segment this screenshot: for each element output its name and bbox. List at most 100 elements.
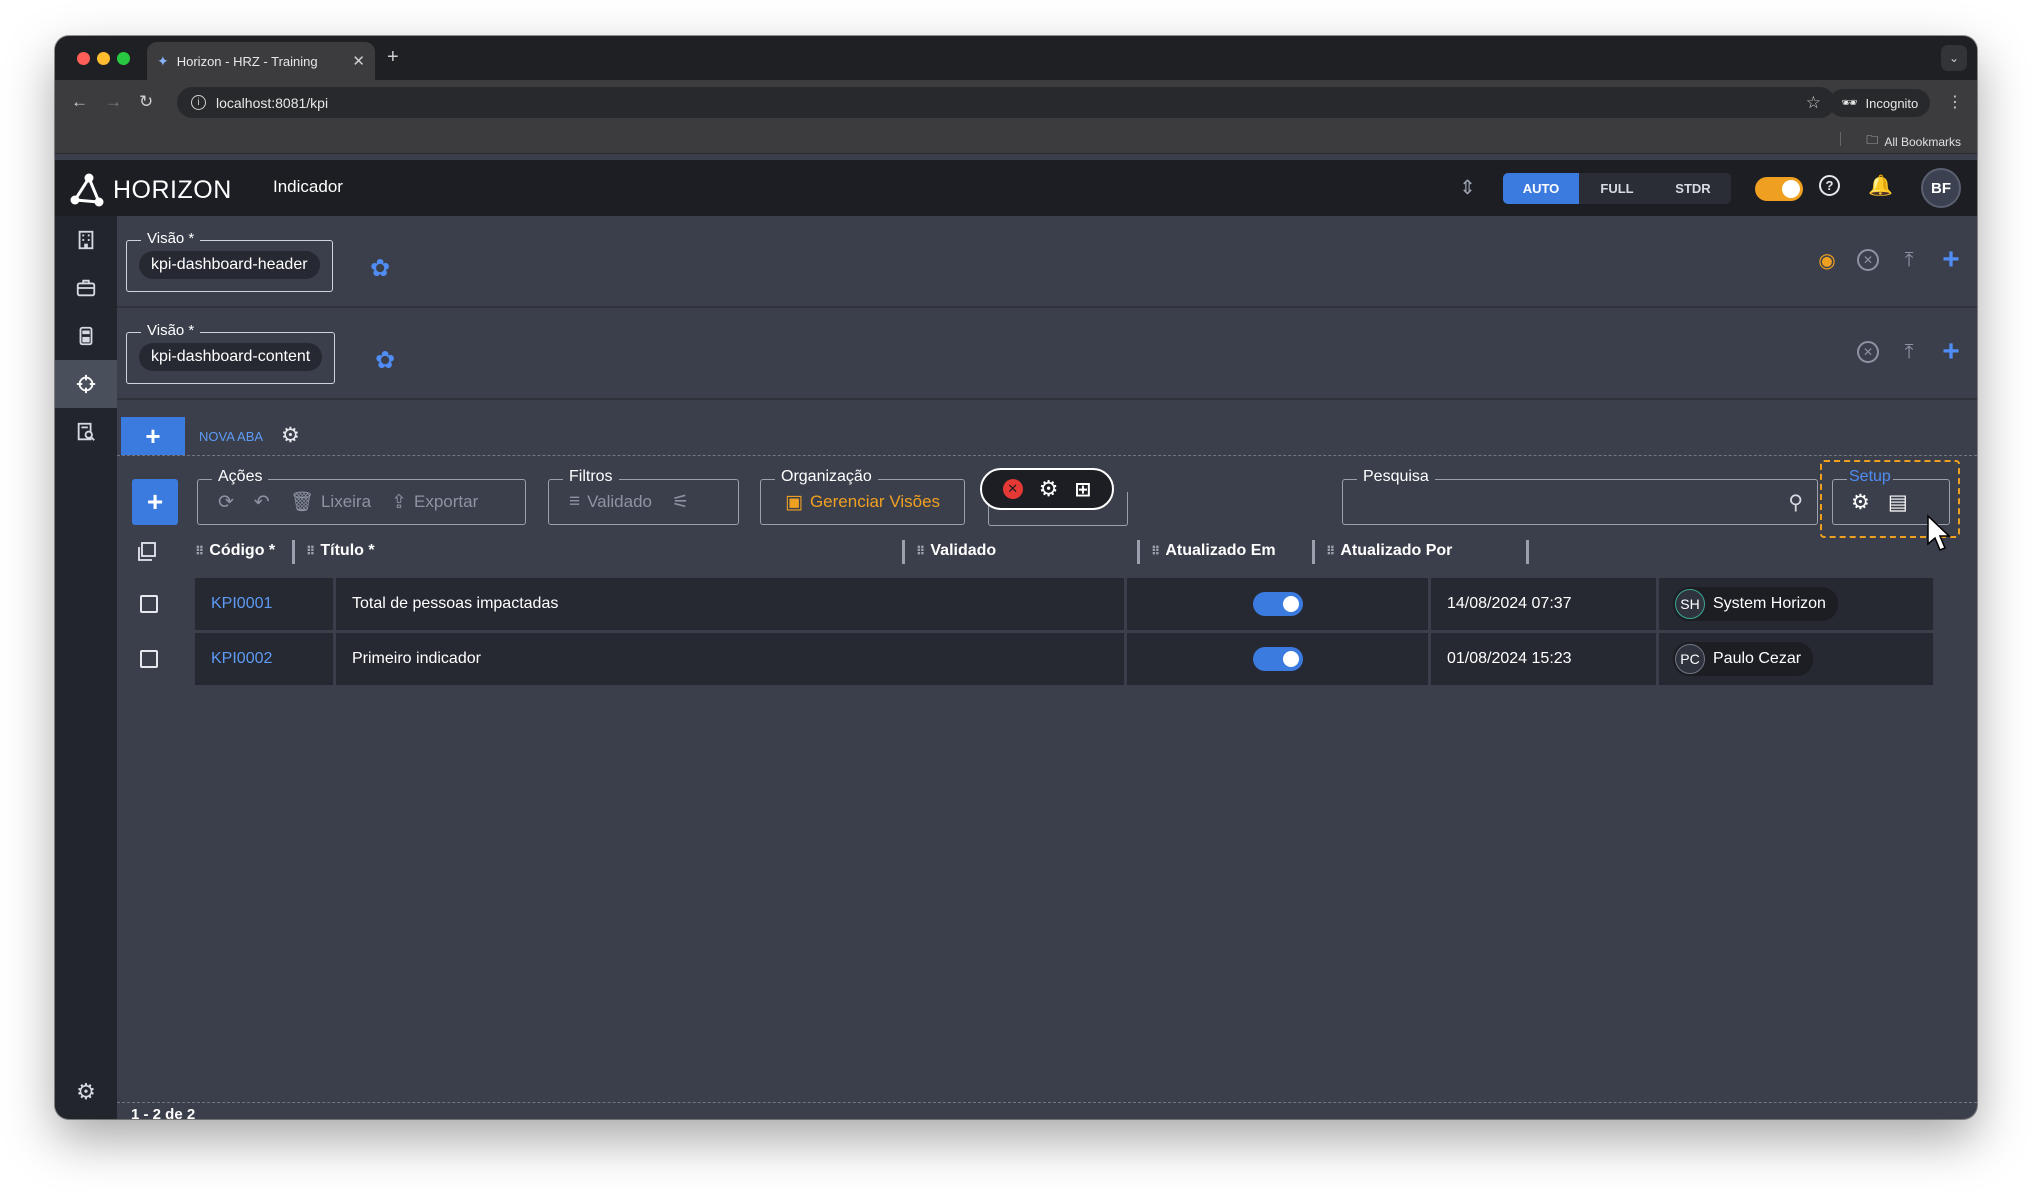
gerenciar-visoes-button[interactable]: ▣ Gerenciar Visões <box>785 491 940 514</box>
column-resize-handle[interactable] <box>1137 540 1140 564</box>
table-header: ⠿ Código * ⠿ Título * ⠿ Validado ⠿ Atualizad… <box>117 530 1977 572</box>
sidebar-item-kpi[interactable] <box>55 360 117 408</box>
drag-grip-icon[interactable]: ⠿ <box>195 544 204 558</box>
new-tab-icon[interactable]: + <box>387 46 399 69</box>
tab-settings-gear-icon[interactable]: ⚙ <box>281 423 300 448</box>
refresh-button[interactable]: ⟳ <box>218 491 234 514</box>
pagination-info: 1 - 2 de 2 <box>131 1106 196 1119</box>
add-view-icon[interactable]: + <box>1939 335 1963 368</box>
column-header-codigo[interactable]: ⠿ Código * <box>195 530 275 572</box>
content-top-divider <box>117 455 1977 456</box>
sidebar-settings[interactable]: ⚙ <box>55 1068 117 1116</box>
close-layout-icon[interactable]: ✕ <box>1002 479 1023 499</box>
select-all-icon[interactable] <box>137 542 157 562</box>
all-bookmarks-button[interactable]: 🗀 All Bookmarks <box>1866 131 1961 152</box>
table-row[interactable]: KPI0001 Total de pessoas impactadas 14/0… <box>117 578 1977 630</box>
site-info-icon[interactable]: i <box>191 95 206 110</box>
back-arrow-icon[interactable]: ← <box>71 92 88 112</box>
add-tab-button[interactable]: + <box>121 417 185 455</box>
add-view-icon[interactable]: + <box>1939 243 1963 276</box>
column-header-validado[interactable]: ⠿ Validado <box>916 530 996 572</box>
setup-gear-icon[interactable]: ⚙ <box>1851 490 1870 515</box>
close-circle-icon[interactable]: ✕ <box>1857 341 1879 363</box>
organizacao-legend: Organização <box>775 468 878 486</box>
move-top-icon[interactable]: ⤒ <box>1897 340 1921 364</box>
horizon-logo-icon <box>70 173 104 207</box>
filtros-group: Filtros ≡ Validado ⚟ <box>548 468 739 525</box>
drag-grip-icon[interactable]: ⠿ <box>306 544 315 558</box>
close-window-button[interactable] <box>77 52 90 65</box>
column-header-label: Código * <box>209 542 276 559</box>
forward-arrow-icon[interactable]: → <box>105 92 122 112</box>
validado-filter-button[interactable]: ≡ Validado <box>569 491 652 513</box>
column-resize-handle[interactable] <box>902 540 905 564</box>
maximize-window-button[interactable] <box>117 52 130 65</box>
cell-code[interactable]: KPI0001 <box>195 578 333 630</box>
layout-settings-gear-icon[interactable]: ⚙ <box>1039 476 1059 502</box>
add-record-button[interactable]: + <box>132 479 178 525</box>
cell-code[interactable]: KPI0002 <box>195 633 333 685</box>
sidebar-item-briefcase[interactable] <box>55 264 117 312</box>
view-flower-icon[interactable]: ✿ <box>375 346 395 375</box>
compress-icon[interactable]: ⇕ <box>1459 175 1476 200</box>
browser-menu-icon[interactable]: ⋮ <box>1947 92 1963 112</box>
table-row[interactable]: KPI0002 Primeiro indicador 01/08/2024 15… <box>117 633 1977 685</box>
browser-tab[interactable]: ✦ Horizon - HRZ - Training ✕ <box>147 42 375 80</box>
mode-auto-button[interactable]: AUTO <box>1503 173 1579 204</box>
column-resize-handle[interactable] <box>1312 540 1315 564</box>
drag-grip-icon[interactable]: ⠿ <box>916 544 925 558</box>
grid-add-icon[interactable]: ⊞ <box>1074 477 1091 502</box>
column-layout-icon[interactable]: ▤ <box>1888 490 1908 515</box>
column-resize-handle[interactable] <box>1526 540 1529 564</box>
cell-updated-at: 14/08/2024 07:37 <box>1431 578 1656 630</box>
mode-stdr-button[interactable]: STDR <box>1655 173 1731 204</box>
sidebar-item-calculator[interactable] <box>55 312 117 360</box>
incognito-badge[interactable]: 🕶 Incognito <box>1829 89 1931 117</box>
drag-grip-icon[interactable]: ⠿ <box>1151 544 1160 558</box>
validado-toggle[interactable] <box>1252 592 1303 616</box>
horizon-logo[interactable]: HORIZON <box>69 172 232 208</box>
user-chip[interactable]: SH System Horizon <box>1673 587 1838 621</box>
theme-toggle[interactable] <box>1755 177 1803 201</box>
search-input[interactable] <box>1353 488 1773 516</box>
view-select-header[interactable]: Visão * kpi-dashboard-header <box>126 230 333 292</box>
move-top-icon[interactable]: ⤒ <box>1897 248 1921 272</box>
sidebar-item-buildings[interactable] <box>55 216 117 264</box>
undo-button[interactable]: ↶ <box>254 491 270 514</box>
notifications-bell-icon[interactable]: 🔔 <box>1868 173 1893 198</box>
tab-nova-aba[interactable]: NOVA ABA <box>199 429 263 444</box>
user-avatar[interactable]: BF <box>1921 168 1961 208</box>
column-header-atualizado-por[interactable]: ⠿ Atualizado Por <box>1326 530 1452 572</box>
reload-icon[interactable]: ↻ <box>139 92 153 112</box>
user-chip[interactable]: PC Paulo Cezar <box>1673 642 1814 676</box>
tab-search-chevron-icon[interactable]: ⌄ <box>1941 45 1967 71</box>
acoes-legend: Ações <box>212 468 269 486</box>
row-checkbox[interactable] <box>140 650 158 668</box>
mode-full-button[interactable]: FULL <box>1579 173 1655 204</box>
view-chip[interactable]: kpi-dashboard-content <box>139 343 323 371</box>
validado-toggle[interactable] <box>1252 647 1303 671</box>
column-header-atualizado-em[interactable]: ⠿ Atualizado Em <box>1151 530 1276 572</box>
sidebar-item-report-search[interactable] <box>55 408 117 456</box>
row-checkbox[interactable] <box>140 595 158 613</box>
hidden-eye-icon[interactable]: ◉ <box>1815 248 1839 272</box>
address-bar[interactable]: i localhost:8081/kpi ☆ <box>177 87 1835 118</box>
bookmark-star-icon[interactable]: ☆ <box>1806 93 1821 113</box>
exportar-button[interactable]: ⇪ Exportar <box>391 491 478 514</box>
filter-tree-button[interactable]: ⚟ <box>672 491 689 514</box>
view-flower-icon[interactable]: ✿ <box>370 254 390 283</box>
column-header-titulo[interactable]: ⠿ Título * <box>306 530 375 572</box>
pesquisa-group: Pesquisa ⚲ <box>1342 468 1818 525</box>
drag-grip-icon[interactable]: ⠿ <box>1326 544 1335 558</box>
view-select-content[interactable]: Visão * kpi-dashboard-content <box>126 322 336 384</box>
view-chip[interactable]: kpi-dashboard-header <box>139 251 320 279</box>
search-icon[interactable]: ⚲ <box>1788 490 1803 515</box>
exportar-label: Exportar <box>413 492 479 511</box>
column-resize-handle[interactable] <box>292 540 295 564</box>
minimize-window-button[interactable] <box>97 52 110 65</box>
close-circle-icon[interactable]: ✕ <box>1857 249 1879 271</box>
lixeira-button[interactable]: 🗑 Lixeira <box>290 490 371 514</box>
bookmarks-bar: 🗀 All Bookmarks <box>55 124 1977 154</box>
help-icon[interactable]: ? <box>1819 175 1840 196</box>
close-tab-icon[interactable]: ✕ <box>352 52 365 70</box>
